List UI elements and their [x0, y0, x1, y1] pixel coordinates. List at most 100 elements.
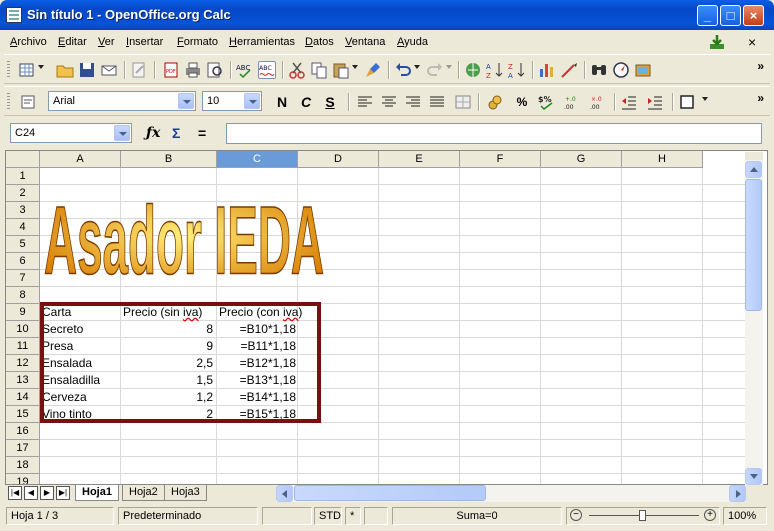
cell-c15[interactable]: =B15*1,18 — [217, 406, 296, 423]
new-document-icon[interactable] — [18, 61, 36, 79]
new-dropdown-icon[interactable] — [38, 65, 44, 69]
sum-icon[interactable]: Σ — [172, 125, 180, 141]
column-header-a[interactable]: A — [40, 151, 121, 168]
add-decimal-icon[interactable]: +.0.00 — [564, 93, 582, 111]
chevron-down-icon[interactable] — [178, 93, 194, 109]
update-download-icon[interactable] — [708, 34, 726, 50]
column-header-f[interactable]: F — [460, 151, 541, 168]
undo-dropdown-icon[interactable] — [414, 65, 420, 69]
row-header-8[interactable]: 8 — [6, 287, 40, 304]
menu-ver[interactable]: Ver — [98, 36, 115, 48]
cell-a10[interactable]: Secreto — [42, 321, 83, 338]
currency-format-icon[interactable] — [486, 93, 504, 111]
cell-c14[interactable]: =B14*1,18 — [217, 389, 296, 406]
delete-decimal-icon[interactable]: ×.0.00 — [590, 93, 608, 111]
cell-b15[interactable]: 2 — [121, 406, 213, 423]
column-header-g[interactable]: G — [541, 151, 622, 168]
font-size-combo[interactable]: 10 — [202, 91, 262, 111]
name-box[interactable]: C24 — [10, 123, 132, 143]
borders-icon[interactable] — [678, 93, 696, 111]
vertical-scroll-thumb[interactable] — [745, 179, 762, 311]
first-sheet-button[interactable]: |◀ — [8, 486, 22, 500]
row-header-9[interactable]: 9 — [6, 304, 40, 321]
copy-icon[interactable] — [310, 61, 328, 79]
find-replace-icon[interactable] — [590, 61, 608, 79]
decrease-indent-icon[interactable] — [620, 93, 638, 111]
column-header-b[interactable]: B — [121, 151, 217, 168]
minimize-button[interactable]: _ — [697, 5, 718, 26]
zoom-slider-thumb[interactable] — [639, 510, 646, 521]
function-icon[interactable]: = — [198, 125, 206, 141]
redo-icon[interactable] — [426, 61, 444, 79]
paste-icon[interactable] — [332, 61, 350, 79]
row-header-15[interactable]: 15 — [6, 406, 40, 423]
toolbar-overflow-icon[interactable]: » — [757, 59, 764, 73]
menu-ayuda[interactable]: Ayuda — [397, 36, 428, 48]
cut-icon[interactable] — [288, 61, 306, 79]
scroll-up-button[interactable] — [745, 161, 762, 178]
zoom-out-icon[interactable]: − — [570, 509, 582, 521]
menu-ventana[interactable]: Ventana — [345, 36, 385, 48]
row-header-11[interactable]: 11 — [6, 338, 40, 355]
draw-functions-icon[interactable] — [560, 61, 578, 79]
standard-format-icon[interactable]: $% — [538, 93, 556, 111]
column-header-c[interactable]: C — [217, 151, 298, 168]
cell-a15[interactable]: Vino tinto — [42, 406, 92, 423]
spellcheck-icon[interactable]: ABC — [236, 61, 254, 79]
status-zoom[interactable]: 100% — [723, 507, 767, 525]
scroll-left-button[interactable] — [276, 485, 293, 502]
chevron-down-icon[interactable] — [114, 125, 130, 141]
bold-button[interactable]: N — [272, 92, 292, 112]
align-right-icon[interactable] — [404, 93, 422, 111]
font-name-combo[interactable]: Arial — [48, 91, 196, 111]
cell-c11[interactable]: =B11*1,18 — [217, 338, 297, 355]
column-header-h[interactable]: H — [622, 151, 703, 168]
spreadsheet-grid[interactable]: ABCDEFGH 1 2 3 4 5 6 7 8 9 10 11 12 13 14 15 16 17 18 19 A… — [5, 150, 768, 485]
row-header-3[interactable]: 3 — [6, 202, 40, 219]
sheet-tab-hoja2[interactable]: Hoja2 — [122, 485, 165, 501]
zoom-in-icon[interactable]: + — [704, 509, 716, 521]
scroll-right-button[interactable] — [729, 485, 746, 502]
cell-b9[interactable]: Precio (sin iva) — [123, 304, 202, 321]
menu-herramientas[interactable]: Herramientas — [229, 36, 295, 48]
undo-icon[interactable] — [394, 61, 412, 79]
cell-b10[interactable]: 8 — [121, 321, 213, 338]
row-header-19[interactable]: 19 — [6, 474, 40, 484]
email-icon[interactable] — [100, 61, 118, 79]
toolbar-overflow-icon[interactable]: » — [757, 91, 764, 105]
sort-ascending-icon[interactable]: AZ — [486, 61, 504, 79]
select-all-corner[interactable] — [6, 151, 40, 168]
vertical-scrollbar[interactable] — [745, 152, 763, 485]
row-header-13[interactable]: 13 — [6, 372, 40, 389]
cell-b11[interactable]: 9 — [121, 338, 213, 355]
row-header-7[interactable]: 7 — [6, 270, 40, 287]
redo-dropdown-icon[interactable] — [446, 65, 452, 69]
calc-app-icon[interactable] — [6, 7, 22, 23]
cell-b13[interactable]: 1,5 — [121, 372, 213, 389]
close-button[interactable]: × — [743, 5, 764, 26]
save-icon[interactable] — [78, 61, 96, 79]
cell-b14[interactable]: 1,2 — [121, 389, 213, 406]
row-header-10[interactable]: 10 — [6, 321, 40, 338]
row-header-1[interactable]: 1 — [6, 168, 40, 185]
cell-b12[interactable]: 2,5 — [121, 355, 213, 372]
horizontal-scrollbar[interactable] — [276, 485, 746, 502]
status-page-style[interactable]: Predeterminado — [118, 507, 258, 525]
row-header-6[interactable]: 6 — [6, 253, 40, 270]
toolbar-grip[interactable] — [7, 61, 10, 79]
italic-button[interactable]: C — [296, 92, 316, 112]
maximize-button[interactable]: □ — [720, 5, 741, 26]
increase-indent-icon[interactable] — [646, 93, 664, 111]
format-paintbrush-icon[interactable] — [364, 61, 382, 79]
menu-datos[interactable]: Datos — [305, 36, 334, 48]
next-sheet-button[interactable]: ▶ — [40, 486, 54, 500]
hyperlink-icon[interactable] — [464, 61, 482, 79]
formula-input[interactable] — [226, 123, 762, 144]
open-folder-icon[interactable] — [56, 61, 74, 79]
function-wizard-icon[interactable]: ƒx — [146, 125, 160, 141]
row-header-17[interactable]: 17 — [6, 440, 40, 457]
cell-a12[interactable]: Ensalada — [42, 355, 92, 372]
column-header-d[interactable]: D — [298, 151, 379, 168]
print-icon[interactable] — [184, 61, 202, 79]
align-center-icon[interactable] — [380, 93, 398, 111]
